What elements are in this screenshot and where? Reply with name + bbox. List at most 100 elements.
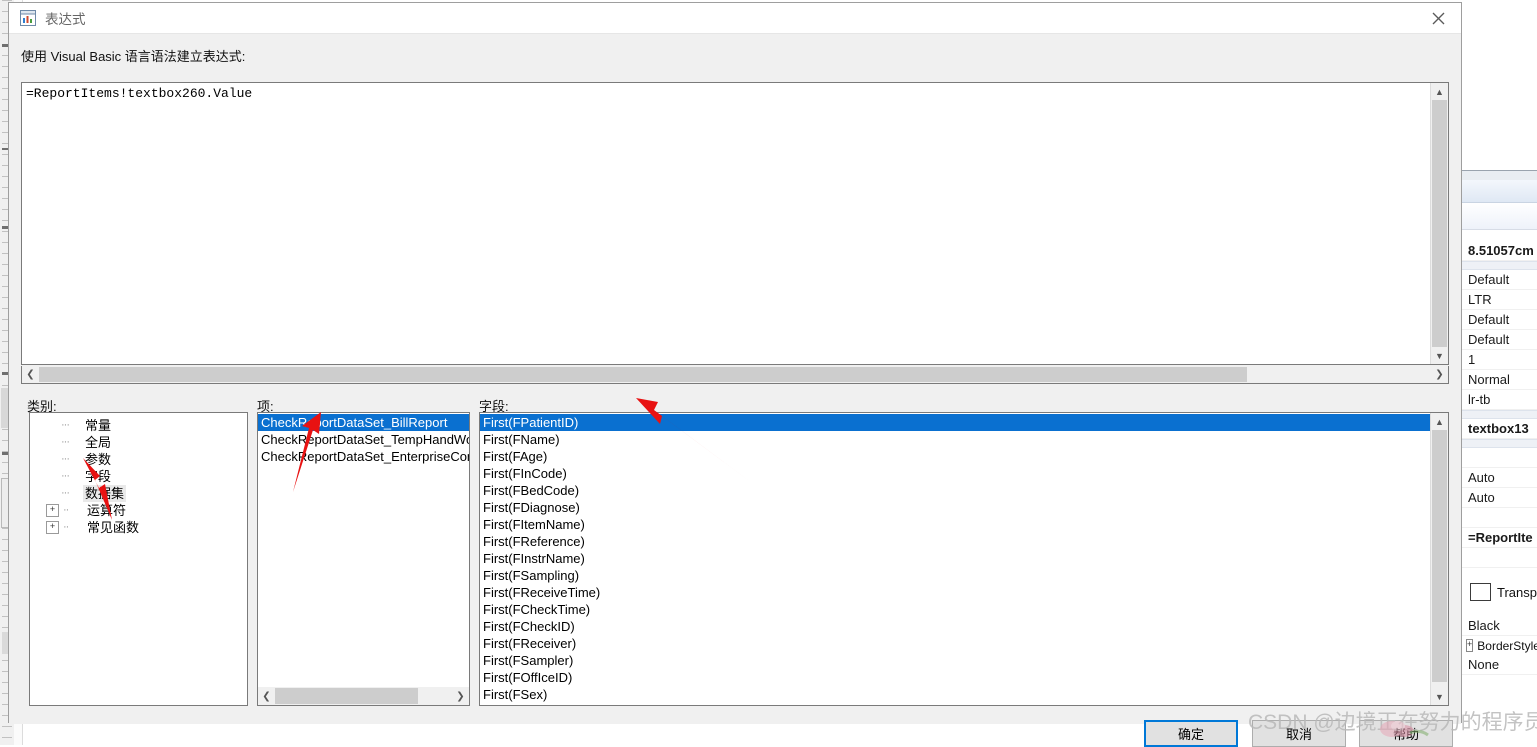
scroll-down-icon[interactable]: ▼ (1431, 688, 1448, 705)
items-horizontal-scrollbar[interactable]: ❮ ❯ (258, 687, 469, 705)
category-item[interactable]: + ·· 常见函数 (30, 519, 247, 536)
category-item-label: 数据集 (83, 485, 127, 502)
properties-grid[interactable]: 8.51057cm Default LTR Default Default 1 … (1462, 180, 1537, 745)
fields-listbox[interactable]: First(FPatientID) First(FName) First(FAge)… (479, 412, 1449, 706)
horizontal-scroll-thumb[interactable] (275, 688, 418, 704)
property-value[interactable]: Auto (1462, 488, 1537, 508)
category-item-label: 常量 (85, 418, 112, 433)
expression-vertical-scrollbar[interactable]: ▲ ▼ (1430, 83, 1448, 364)
ok-button[interactable]: 确定 (1144, 720, 1238, 747)
property-value[interactable]: Default (1462, 310, 1537, 330)
tree-connector-icon: ··· (61, 487, 70, 499)
field-row[interactable]: First(FReference) (480, 533, 1430, 550)
field-row[interactable]: First(FInstrName) (480, 550, 1430, 567)
field-row[interactable]: First(FName) (480, 431, 1430, 448)
vertical-scroll-track[interactable] (1431, 100, 1448, 347)
property-value[interactable]: 8.51057cm (1462, 241, 1537, 261)
expression-icon (19, 9, 37, 27)
properties-group-subheader (1462, 203, 1537, 230)
property-value[interactable]: Normal (1462, 370, 1537, 390)
expression-dialog: 表达式 使用 Visual Basic 语言语法建立表达式: =ReportIt… (8, 2, 1462, 747)
category-item-label: 常见函数 (87, 520, 140, 535)
scroll-up-icon[interactable]: ▲ (1431, 83, 1448, 100)
category-item[interactable]: + ·· 运算符 (30, 502, 247, 519)
tree-connector-icon: ··· (61, 436, 70, 448)
field-row[interactable]: First(FSampler) (480, 652, 1430, 669)
property-value[interactable]: lr-tb (1462, 390, 1537, 410)
expression-label: 使用 Visual Basic 语言语法建立表达式: (21, 49, 246, 64)
tree-connector-icon: ··· (61, 470, 70, 482)
vertical-scroll-thumb[interactable] (1432, 430, 1447, 682)
horizontal-scroll-thumb[interactable] (39, 367, 1247, 382)
tree-connector-icon: ·· (63, 521, 69, 533)
category-item[interactable]: ··· 字段 (30, 468, 247, 485)
expand-icon[interactable]: + (46, 504, 59, 517)
category-item-label: 全局 (85, 435, 112, 450)
vertical-scroll-thumb[interactable] (1432, 100, 1447, 347)
property-value[interactable]: Black (1462, 616, 1537, 636)
border-style-row[interactable]: + BorderStyle (1462, 636, 1537, 655)
fields-vertical-scrollbar[interactable]: ▲ ▼ (1430, 413, 1448, 705)
properties-separator (1462, 410, 1537, 419)
field-row[interactable]: First(FReceiver) (480, 635, 1430, 652)
field-row[interactable]: First(FCheckID) (480, 618, 1430, 635)
field-row[interactable]: First(FBedCode) (480, 482, 1430, 499)
field-row[interactable]: First(FCheckTime) (480, 601, 1430, 618)
field-row[interactable]: First(FDiagnose) (480, 499, 1430, 516)
tree-connector-icon: ·· (63, 504, 69, 516)
close-icon[interactable] (1415, 3, 1461, 33)
color-swatch-icon (1470, 583, 1491, 601)
dialog-titlebar[interactable]: 表达式 (9, 3, 1461, 34)
field-row[interactable]: First(FSex) (480, 686, 1430, 703)
property-value[interactable]: Default (1462, 270, 1537, 290)
transparent-checkbox-row[interactable]: Transp (1462, 579, 1537, 605)
property-value[interactable]: Default (1462, 330, 1537, 350)
dialog-title: 表达式 (45, 12, 86, 27)
scroll-left-icon[interactable]: ❮ (258, 687, 275, 705)
item-row[interactable]: CheckReportDataSet_BillReport (258, 414, 469, 431)
border-style-label: BorderStyle (1477, 638, 1537, 653)
properties-panel-top (1462, 0, 1537, 170)
vertical-scroll-track[interactable] (1431, 430, 1448, 688)
property-value[interactable]: =ReportIte (1462, 528, 1537, 548)
scroll-down-icon[interactable]: ▼ (1431, 347, 1448, 364)
property-value[interactable]: None (1462, 655, 1537, 675)
horizontal-scroll-track[interactable] (275, 687, 452, 705)
field-row[interactable]: First(FPatientID) (480, 414, 1430, 431)
property-value[interactable]: LTR (1462, 290, 1537, 310)
scroll-right-icon[interactable]: ❯ (1431, 366, 1448, 383)
scroll-up-icon[interactable]: ▲ (1431, 413, 1448, 430)
categories-tree[interactable]: ··· 常量 ··· 全局 ··· 参数 ··· 字段 ··· 数据集 + ·· 运算符 + ·· 常见函数 (29, 412, 248, 706)
properties-spacer (1462, 605, 1537, 616)
item-row[interactable]: CheckReportDataSet_EnterpriseCom (258, 448, 469, 465)
properties-group-header (1462, 180, 1537, 203)
item-row[interactable]: CheckReportDataSet_TempHandWo (258, 431, 469, 448)
field-row[interactable]: First(FReceiveTime) (480, 584, 1430, 601)
category-item[interactable]: ··· 数据集 (30, 485, 247, 502)
category-item-label: 运算符 (87, 503, 127, 518)
field-row[interactable]: First(FSampling) (480, 567, 1430, 584)
expression-editor[interactable]: =ReportItems!textbox260.Value ▲ ▼ (21, 82, 1449, 365)
property-value-empty[interactable] (1462, 448, 1537, 468)
horizontal-scroll-track[interactable] (39, 366, 1431, 383)
property-value[interactable]: Auto (1462, 468, 1537, 488)
category-item[interactable]: ··· 全局 (30, 434, 247, 451)
expand-icon[interactable]: + (1466, 639, 1474, 652)
property-value[interactable]: textbox13 (1462, 419, 1537, 439)
expression-textarea[interactable]: =ReportItems!textbox260.Value (22, 83, 1430, 364)
expand-icon[interactable]: + (46, 521, 59, 534)
category-item[interactable]: ··· 常量 (30, 417, 247, 434)
scroll-right-icon[interactable]: ❯ (452, 687, 469, 705)
items-listbox[interactable]: CheckReportDataSet_BillReport CheckReport… (257, 412, 470, 706)
property-value-empty[interactable] (1462, 508, 1537, 528)
scroll-left-icon[interactable]: ❮ (22, 366, 39, 383)
category-item-label: 字段 (85, 469, 112, 484)
field-row[interactable]: First(FOffIceID) (480, 669, 1430, 686)
field-row[interactable]: First(FInCode) (480, 465, 1430, 482)
property-value[interactable]: 1 (1462, 350, 1537, 370)
property-value-empty[interactable] (1462, 548, 1537, 568)
expression-horizontal-scrollbar[interactable]: ❮ ❯ (21, 366, 1449, 384)
field-row[interactable]: First(FAge) (480, 448, 1430, 465)
category-item[interactable]: ··· 参数 (30, 451, 247, 468)
field-row[interactable]: First(FItemName) (480, 516, 1430, 533)
